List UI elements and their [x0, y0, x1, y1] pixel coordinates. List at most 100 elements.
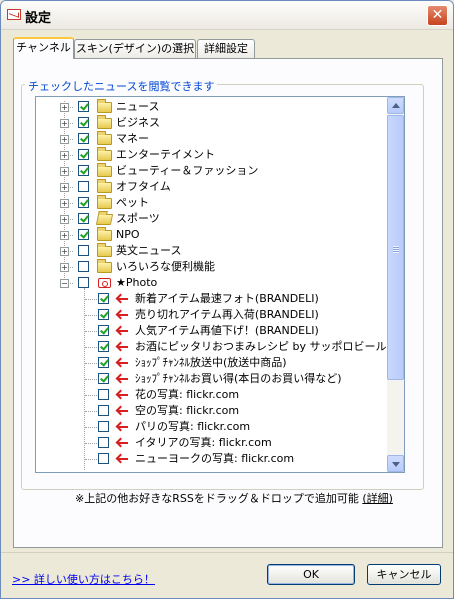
expand-toggle-icon[interactable]: +	[60, 263, 69, 272]
tree-scrollbar[interactable]	[387, 97, 404, 472]
tree-node[interactable]: ニューヨークの写真: flickr.com	[36, 451, 386, 467]
tree-node-checkbox[interactable]	[78, 101, 89, 112]
tree-node-checkbox[interactable]	[78, 133, 89, 144]
settings-dialog: 設定 ✕ チャンネル スキン(デザイン)の選択 詳細設定 チェックしたニュースを…	[0, 0, 454, 599]
tree-node[interactable]: イタリアの写真: flickr.com	[36, 435, 386, 451]
cancel-button[interactable]: キャンセル	[367, 564, 441, 585]
tree-node[interactable]: パリの写真: flickr.com	[36, 419, 386, 435]
tree-line	[85, 395, 97, 396]
tree-node-checkbox[interactable]	[98, 373, 109, 384]
help-link[interactable]: >> 詳しい使い方はこちら！	[12, 571, 155, 587]
tree-node[interactable]: + エンターテイメント	[36, 147, 386, 163]
tree-node-checkbox[interactable]	[98, 325, 109, 336]
tree-node[interactable]: + ニュース	[36, 99, 386, 115]
tree-node[interactable]: + スポーツ	[36, 211, 386, 227]
tree-node[interactable]: 売り切れアイテム再入荷(BRANDELI)	[36, 307, 386, 323]
tree-node[interactable]: + ペット	[36, 195, 386, 211]
tree-node-label: 新着アイテム最速フォト(BRANDELI)	[135, 292, 319, 305]
expand-toggle-icon[interactable]: +	[60, 231, 69, 240]
scroll-up-button[interactable]	[387, 97, 404, 114]
tree-node[interactable]: + NPO	[36, 227, 386, 243]
tree-node-label: いろいろな便利機能	[116, 260, 215, 273]
tree-node[interactable]: 花の写真: flickr.com	[36, 387, 386, 403]
rss-feed-icon	[117, 343, 129, 352]
tab-skin-label: スキン(デザイン)の選択	[75, 42, 195, 55]
tree-node[interactable]: + オフタイム	[36, 179, 386, 195]
expand-toggle-icon[interactable]: +	[60, 247, 69, 256]
window-title: 設定	[25, 11, 52, 26]
tree-node-checkbox[interactable]	[78, 261, 89, 272]
rss-feed-icon	[117, 439, 129, 448]
tree-node[interactable]: + ビューティー＆ファッション	[36, 163, 386, 179]
tree-node-checkbox[interactable]	[78, 181, 89, 192]
scroll-down-button[interactable]	[387, 455, 404, 472]
expand-toggle-icon[interactable]: −	[60, 279, 69, 288]
expand-toggle-icon[interactable]: +	[60, 199, 69, 208]
tree-node-checkbox[interactable]	[98, 293, 109, 304]
tree-node-checkbox[interactable]	[78, 149, 89, 160]
tree-line	[85, 363, 97, 364]
expand-toggle-icon[interactable]: +	[60, 183, 69, 192]
expand-toggle-icon[interactable]: +	[60, 135, 69, 144]
tree-node-label: ｼｮｯﾌﾟﾁｬﾝﾈﾙお買い得(本日のお買い得など)	[135, 372, 342, 385]
expand-toggle-icon[interactable]: +	[60, 151, 69, 160]
expand-toggle-icon[interactable]: +	[60, 215, 69, 224]
tree-node-checkbox[interactable]	[78, 245, 89, 256]
tree-node-checkbox[interactable]	[98, 389, 109, 400]
tab-advanced[interactable]: 詳細設定	[197, 39, 255, 58]
tree-line	[85, 411, 97, 412]
rss-feed-icon	[117, 295, 129, 304]
tree-node-checkbox[interactable]	[78, 165, 89, 176]
tree-node-checkbox[interactable]	[78, 197, 89, 208]
tree-node[interactable]: 空の写真: flickr.com	[36, 403, 386, 419]
close-button[interactable]: ✕	[427, 5, 448, 26]
tree-node[interactable]: + ビジネス	[36, 115, 386, 131]
tree-node-label: 花の写真: flickr.com	[135, 388, 240, 401]
folder-icon	[97, 147, 112, 161]
tree-node[interactable]: + マネー	[36, 131, 386, 147]
channel-tree[interactable]: + ニュース + ビジネス + マネー + エンターテイメント + ビューティー＆ファッション + オ…	[35, 96, 405, 473]
grip-icon	[393, 246, 399, 253]
tree-node-checkbox[interactable]	[98, 309, 109, 320]
tree-node[interactable]: ｼｮｯﾌﾟﾁｬﾝﾈﾙお買い得(本日のお買い得など)	[36, 371, 386, 387]
tree-node-checkbox[interactable]	[98, 453, 109, 464]
expand-toggle-icon[interactable]: +	[60, 119, 69, 128]
tree-node-checkbox[interactable]	[98, 357, 109, 368]
tab-skin[interactable]: スキン(デザイン)の選択	[74, 39, 196, 58]
rss-feed-icon	[117, 359, 129, 368]
tree-node-checkbox[interactable]	[78, 213, 89, 224]
tab-channel[interactable]: チャンネル	[13, 37, 74, 59]
tree-node[interactable]: + 英文ニュース	[36, 243, 386, 259]
tree-node-checkbox[interactable]	[78, 117, 89, 128]
tree-node-label: ニューヨークの写真: flickr.com	[135, 452, 295, 465]
expand-toggle-icon[interactable]: +	[60, 167, 69, 176]
tree-node-checkbox[interactable]	[78, 277, 89, 288]
tree-node[interactable]: 新着アイテム最速フォト(BRANDELI)	[36, 291, 386, 307]
tree-node[interactable]: お酒にピッタリおつまみレシピ by サッポロビール	[36, 339, 386, 355]
tree-node-label: パリの写真: flickr.com	[135, 420, 251, 433]
tree-node-checkbox[interactable]	[98, 421, 109, 432]
tree-node[interactable]: + いろいろな便利機能	[36, 259, 386, 275]
folder-open-icon	[95, 214, 114, 225]
folder-icon	[97, 99, 112, 113]
scroll-thumb[interactable]	[387, 115, 404, 380]
rss-feed-icon	[117, 311, 129, 320]
title-bar[interactable]: 設定 ✕	[1, 1, 453, 30]
tree-node-label: 人気アイテム再値下げ！(BRANDELI)	[135, 324, 319, 337]
tree-node-checkbox[interactable]	[98, 405, 109, 416]
expand-toggle-icon[interactable]: +	[60, 103, 69, 112]
tree-line	[85, 443, 97, 444]
tree-node-label: 英文ニュース	[116, 244, 182, 257]
tree-node-checkbox[interactable]	[98, 437, 109, 448]
tree-node-label: エンターテイメント	[116, 148, 215, 161]
tree-node[interactable]: − ★Photo	[36, 275, 386, 291]
tree-node[interactable]: ｼｮｯﾌﾟﾁｬﾝﾈﾙ放送中(放送中商品)	[36, 355, 386, 371]
ok-button[interactable]: OK	[267, 564, 355, 585]
tree-line	[85, 427, 97, 428]
rss-note: ※上記の他お好きなRSSをドラッグ＆ドロップで追加可能 (詳細)	[75, 490, 393, 506]
folder-icon	[97, 179, 112, 193]
tree-node-checkbox[interactable]	[98, 341, 109, 352]
tree-node[interactable]: 人気アイテム再値下げ！(BRANDELI)	[36, 323, 386, 339]
tree-node-checkbox[interactable]	[78, 229, 89, 240]
rss-details-link[interactable]: (詳細)	[362, 492, 393, 505]
